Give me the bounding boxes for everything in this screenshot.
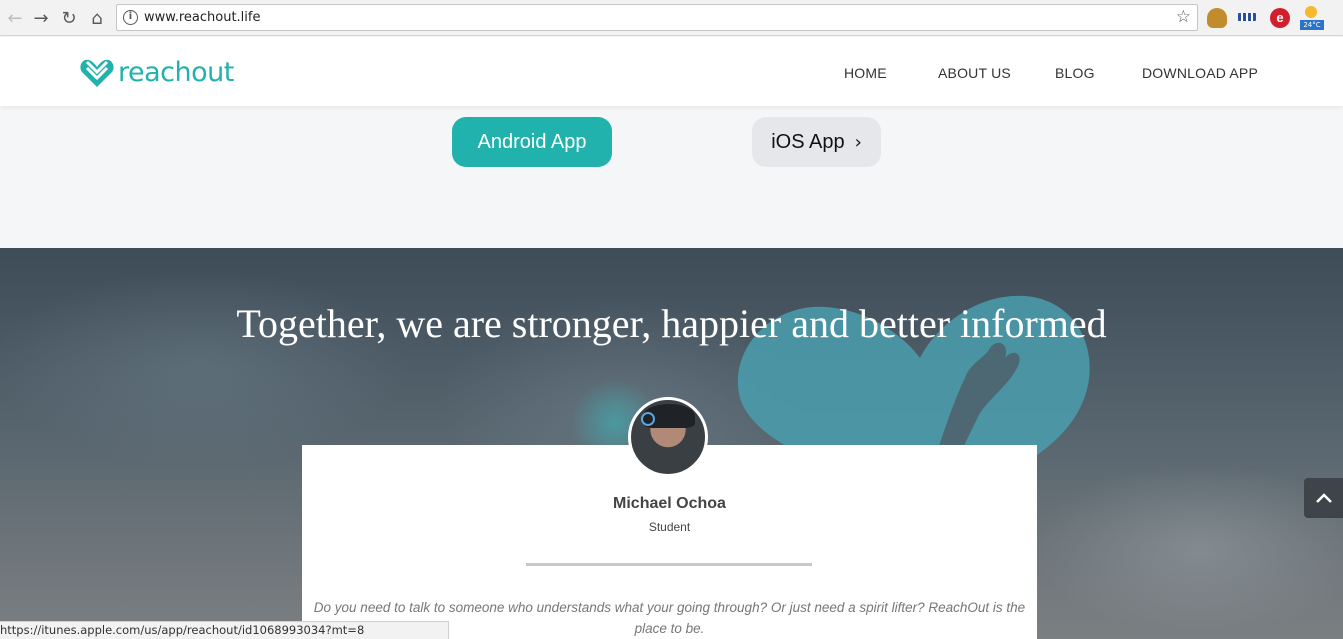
nav-blog[interactable]: BLOG xyxy=(1055,65,1095,81)
android-app-button[interactable]: Android App xyxy=(452,117,612,167)
site-logo[interactable]: reachout xyxy=(79,55,234,89)
nav-download-app[interactable]: DOWNLOAD APP xyxy=(1142,65,1258,81)
logo-text: reachout xyxy=(118,56,234,88)
divider xyxy=(526,563,812,566)
hero-title: Together, we are stronger, happier and b… xyxy=(236,301,1107,346)
back-to-top-button[interactable] xyxy=(1304,478,1343,518)
address-bar[interactable]: i www.reachout.life ☆ xyxy=(116,4,1198,31)
info-icon[interactable]: i xyxy=(123,10,138,25)
weather-temperature: 24°C xyxy=(1300,20,1324,30)
testimonial-name: Michael Ochoa xyxy=(613,495,726,512)
browser-toolbar: ← → ↻ ⌂ i www.reachout.life ☆ e 24°C xyxy=(0,0,1343,36)
hero-section: Together, we are stronger, happier and b… xyxy=(0,248,1343,639)
extension-basket-icon[interactable] xyxy=(1207,8,1227,28)
avatar-ring xyxy=(641,412,655,426)
bookmark-star-icon[interactable]: ☆ xyxy=(1176,7,1191,27)
ios-app-label: iOS App xyxy=(771,130,845,153)
chevron-right-icon: › xyxy=(854,131,862,153)
link-status-bar: https://itunes.apple.com/us/app/reachout… xyxy=(0,621,449,639)
forward-arrow-icon[interactable]: → xyxy=(29,6,53,30)
android-app-label: Android App xyxy=(477,130,587,153)
avatar xyxy=(628,397,708,477)
extension-keyboard-icon[interactable] xyxy=(1238,13,1256,21)
sun-icon xyxy=(1305,6,1317,18)
ios-app-button[interactable]: iOS App › xyxy=(752,117,881,167)
site-header: reachout HOME ABOUT US BLOG DOWNLOAD APP xyxy=(0,37,1343,106)
chevron-up-icon xyxy=(1315,493,1332,503)
extension-red-circle-icon[interactable]: e xyxy=(1270,8,1290,28)
reload-icon[interactable]: ↻ xyxy=(57,6,81,30)
heart-logo-icon xyxy=(80,59,114,87)
testimonial-role: Student xyxy=(648,520,691,534)
nav-about-us[interactable]: ABOUT US xyxy=(938,65,1011,81)
nav-home[interactable]: HOME xyxy=(844,65,887,81)
home-icon[interactable]: ⌂ xyxy=(85,6,109,30)
back-arrow-icon[interactable]: ← xyxy=(3,6,27,30)
url-text: www.reachout.life xyxy=(144,10,261,25)
extension-weather-icon[interactable]: 24°C xyxy=(1300,6,1324,30)
